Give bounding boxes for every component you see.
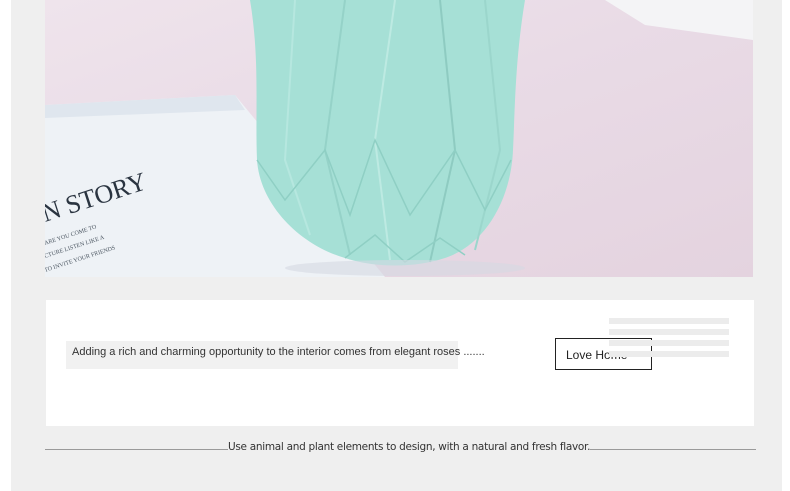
product-card: Adding a rich and charming opportunity t… bbox=[46, 300, 754, 426]
footer-tagline: Use animal and plant elements to design,… bbox=[228, 441, 591, 453]
hero-image: N STORY ARE YOU COME TO CTURE LISTEN LIK… bbox=[45, 0, 753, 277]
vase-illustration: N STORY ARE YOU COME TO CTURE LISTEN LIK… bbox=[45, 0, 753, 277]
decorative-stripes bbox=[609, 318, 729, 358]
product-description: Adding a rich and charming opportunity t… bbox=[72, 346, 485, 358]
vase-body bbox=[250, 0, 525, 266]
